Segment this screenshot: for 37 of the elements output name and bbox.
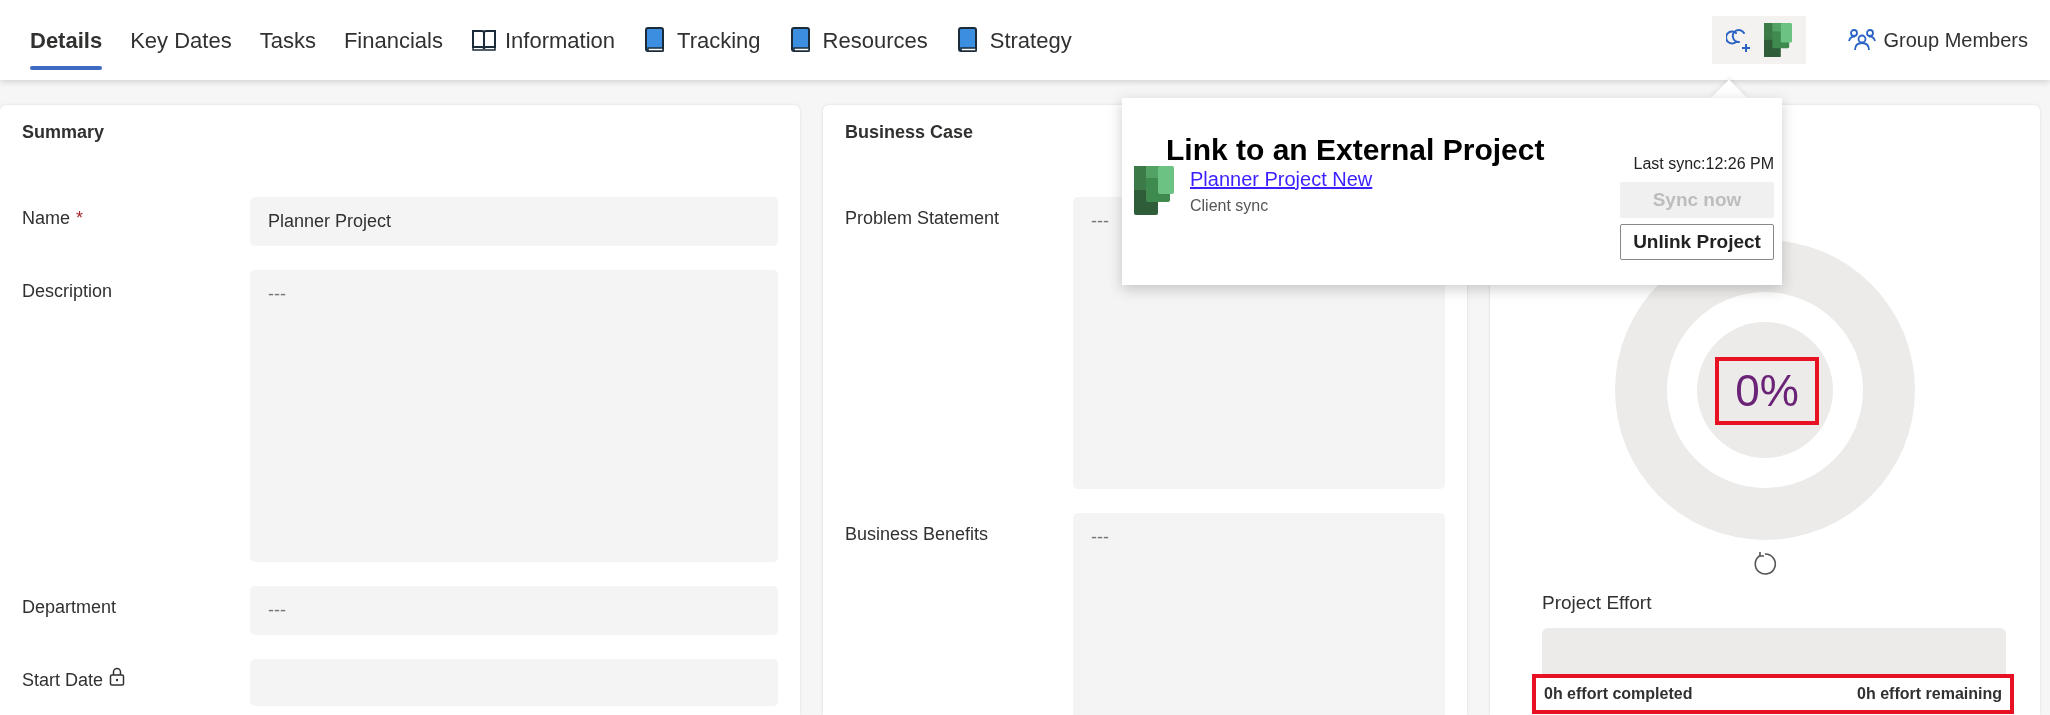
percent-value: 0% — [1715, 357, 1819, 425]
field-label: Department — [22, 596, 117, 619]
link-add-icon[interactable] — [1725, 27, 1752, 53]
tab[interactable]: Strategy — [941, 0, 1086, 80]
tab[interactable]: Tasks — [245, 0, 330, 80]
tab[interactable]: Tracking — [629, 0, 775, 80]
field-label: Business Benefits — [845, 523, 989, 546]
section-title: Summary — [22, 122, 105, 144]
unlink-button[interactable]: Unlink Project — [1620, 224, 1774, 260]
planner-logo-icon — [1134, 166, 1174, 215]
planner-logo-icon[interactable] — [1763, 23, 1792, 57]
section-title: Business Case — [845, 122, 974, 144]
effort-remaining: 0h effort remaining — [1857, 683, 2002, 704]
field-label: Problem Statement — [845, 207, 1000, 230]
required-marker: * — [76, 207, 84, 230]
popup-title: Link to an External Project — [1166, 133, 1546, 166]
last-sync-text: Last sync:12:26 PM — [1633, 154, 1774, 174]
refresh-icon[interactable] — [1752, 551, 1778, 577]
group-members-button[interactable]: Group Members — [1841, 24, 2034, 56]
project-link[interactable]: Planner Project New — [1190, 164, 1373, 194]
sync-mode-text: Client sync — [1190, 196, 1270, 216]
tab[interactable]: Resources — [774, 0, 942, 80]
input-field[interactable]: --- — [1073, 513, 1445, 715]
input-field[interactable]: --- — [250, 586, 778, 635]
tab[interactable]: Details — [16, 0, 117, 80]
field-label: Project Effort — [1542, 591, 1653, 615]
input-field[interactable]: --- — [250, 270, 778, 562]
input-field[interactable]: Planner Project — [250, 197, 778, 246]
effort-completed: 0h effort completed — [1544, 683, 1693, 704]
field-label: Start Date — [22, 669, 104, 692]
tab[interactable]: Financials — [329, 0, 457, 80]
tab[interactable]: Key Dates — [116, 0, 246, 80]
people-icon — [1847, 29, 1876, 51]
field-label: Description — [22, 280, 113, 303]
open-book-icon — [470, 27, 497, 53]
field-label: Name — [22, 207, 70, 230]
tab[interactable]: Information — [456, 0, 629, 80]
